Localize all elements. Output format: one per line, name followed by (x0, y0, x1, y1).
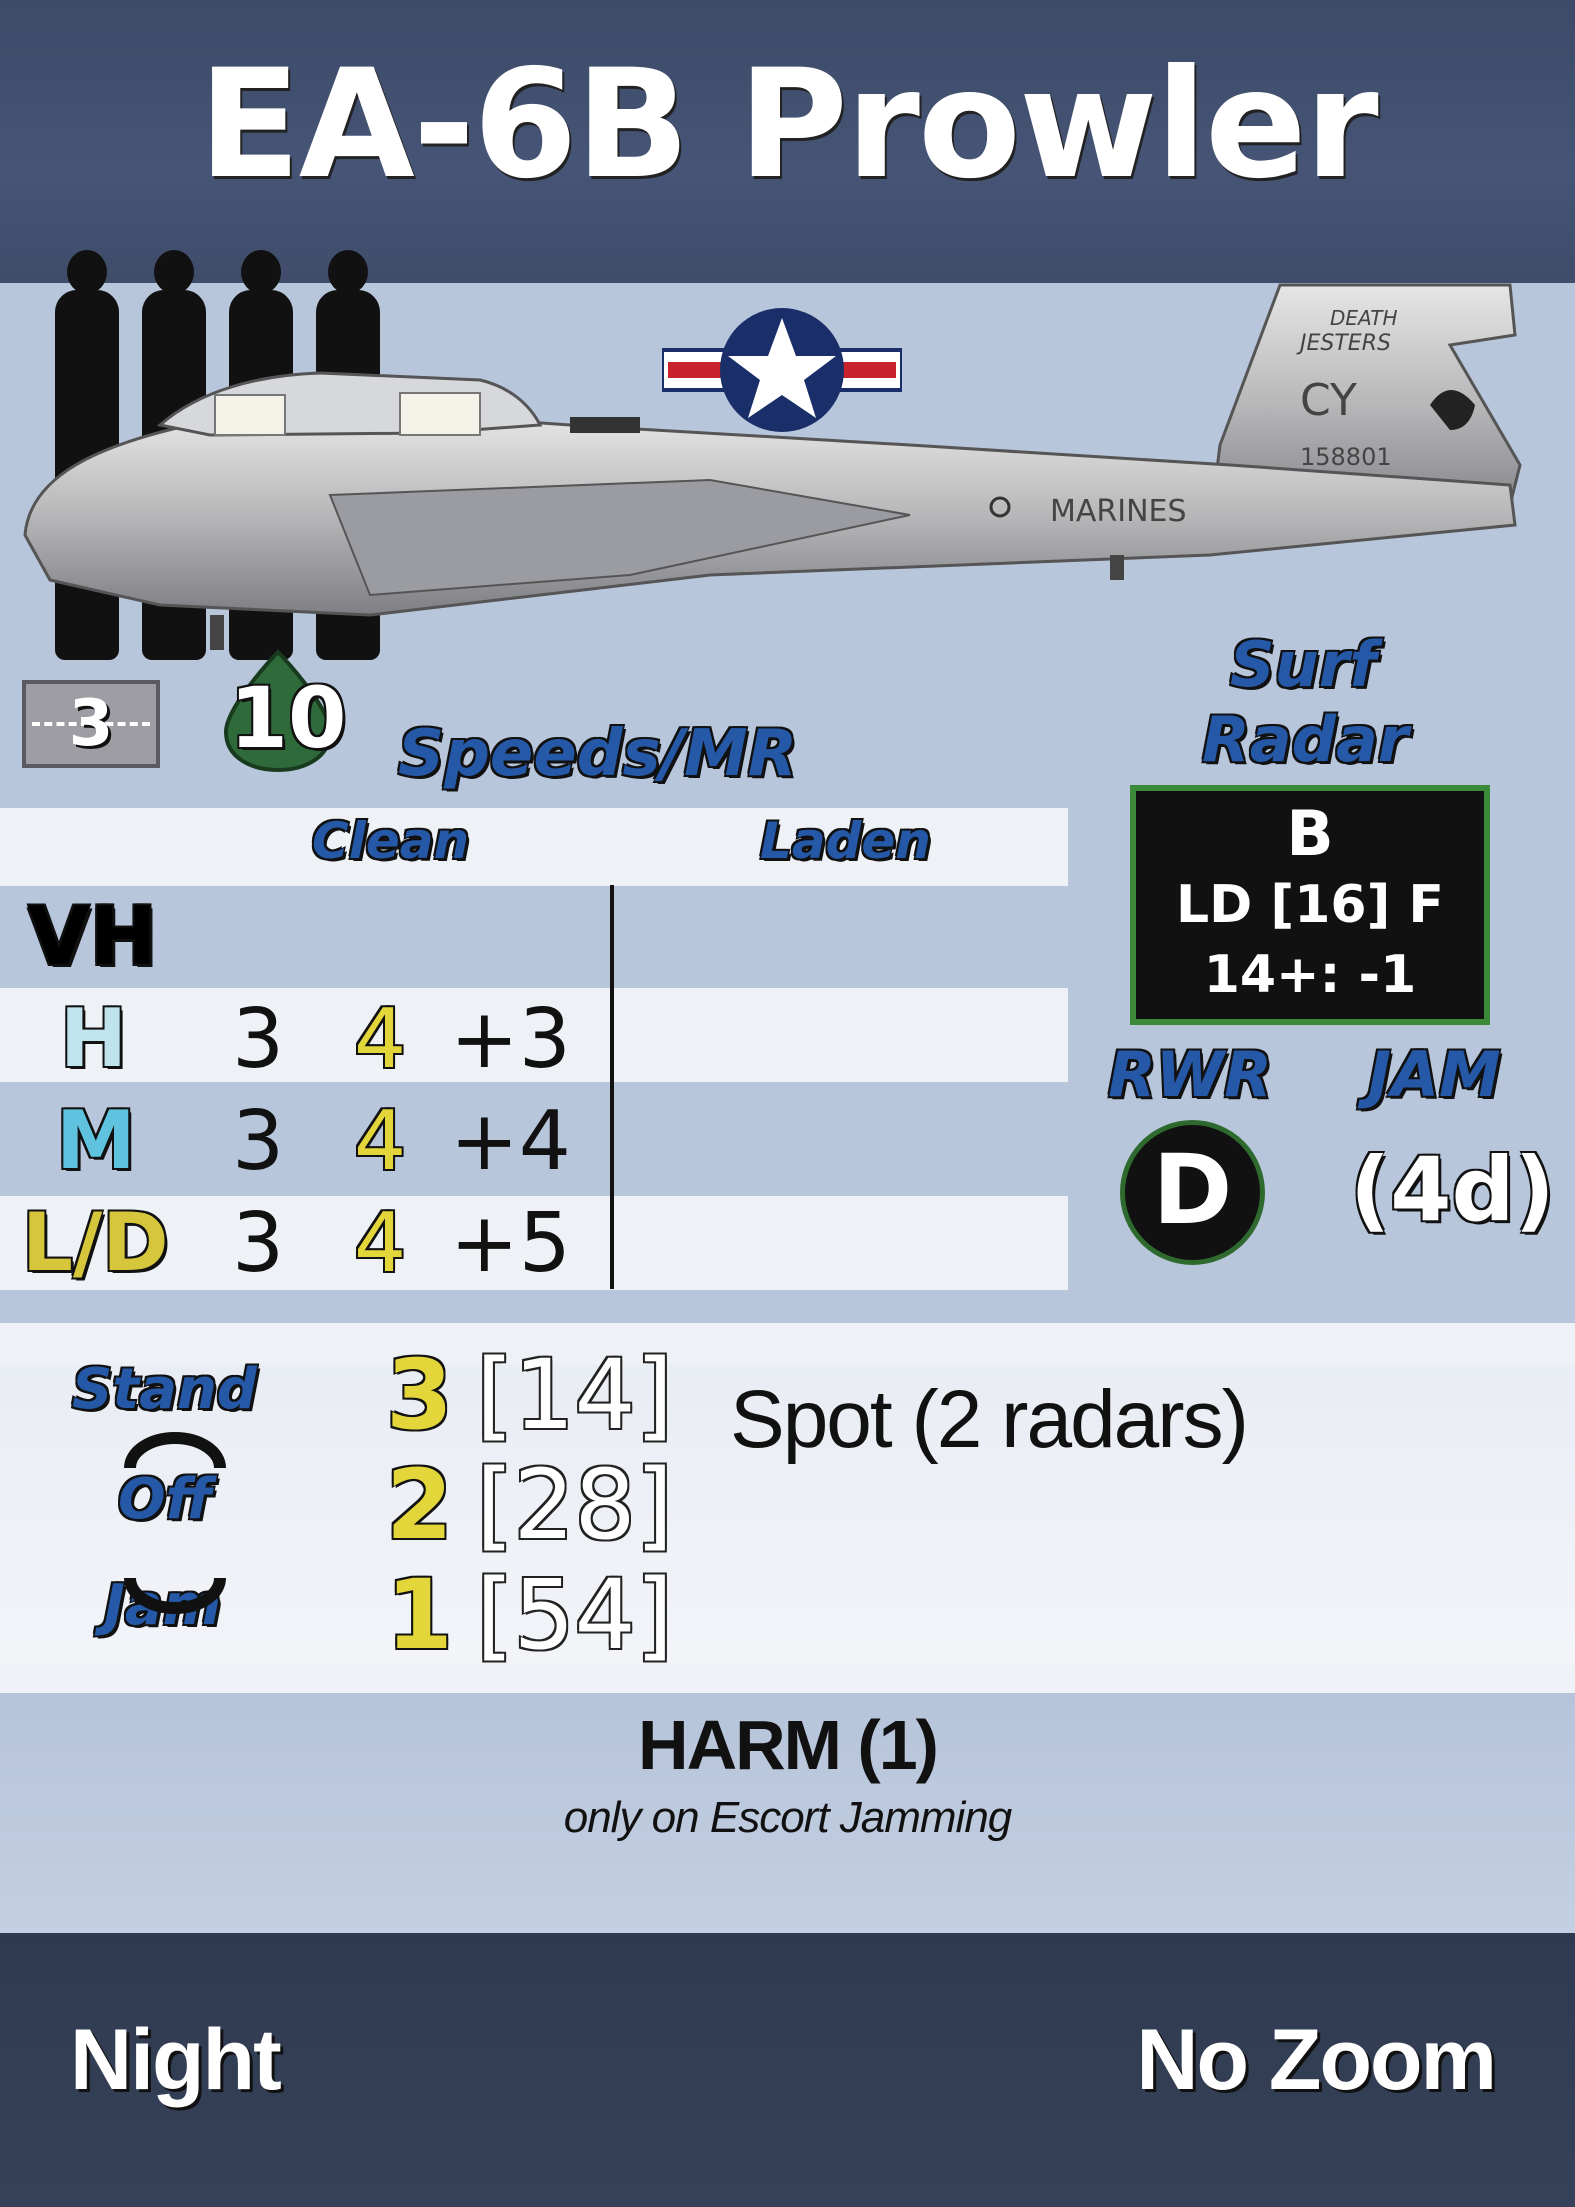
speed-value: 3 (232, 1196, 285, 1291)
speed-value: 4 (354, 1094, 407, 1189)
speed-modifier: +3 (450, 992, 571, 1087)
us-roundel-icon (660, 300, 904, 444)
speed-value: 3 (232, 992, 285, 1087)
speed-value: 4 (354, 1196, 407, 1291)
radar-title: Surf (1230, 628, 1377, 701)
weapon-name: HARM (1) (638, 1706, 939, 1784)
jam-label: JAM (1368, 1038, 1501, 1111)
speed-value: 3 (232, 1094, 285, 1189)
tail-code: CY (1300, 375, 1357, 426)
column-laden: Laden (760, 812, 931, 870)
rwr-value: D (1152, 1134, 1233, 1246)
footer-left: Night (70, 2012, 282, 2108)
fuselage-marking: MARINES (1050, 494, 1187, 529)
standoff-label: Stand (72, 1357, 257, 1422)
jam-waves-icon (124, 1432, 226, 1614)
fuel-value: 10 (229, 669, 347, 767)
speed-modifier: +5 (450, 1196, 571, 1291)
jam-value: (4d) (1350, 1138, 1555, 1241)
standoff-note: Spot (2 radars) (730, 1374, 1249, 1465)
radar-detail: LD [16] F (1176, 875, 1444, 935)
jam-level: 1 (386, 1559, 453, 1671)
jam-range: [14] (476, 1339, 674, 1451)
column-divider (610, 885, 614, 1289)
jam-level: 2 (386, 1449, 453, 1561)
aircraft-title: EA-6B Prowler (198, 38, 1378, 212)
row-label: VH (28, 890, 157, 983)
rwr-label: RWR (1108, 1038, 1272, 1111)
column-clean: Clean (312, 812, 470, 870)
tail-marking: DEATH (1330, 306, 1398, 330)
aircraft-card: EA-6B Prowler MARINES DEATH JESTERS CY 1… (0, 0, 1575, 2207)
speeds-title: Speeds/MR (398, 717, 797, 791)
radar-title: Radar (1202, 703, 1409, 776)
jam-range: [28] (476, 1449, 674, 1561)
speed-modifier: +4 (450, 1094, 571, 1189)
row-label: M (56, 1094, 136, 1187)
jam-range: [54] (476, 1559, 674, 1671)
row-label: H (60, 992, 127, 1085)
hit-box-value: 3 (68, 687, 114, 761)
tail-marking: JESTERS (1296, 331, 1391, 356)
radar-rating: B (1286, 797, 1334, 870)
jam-level: 3 (386, 1339, 453, 1451)
radar-modifier: 14+: -1 (1203, 945, 1417, 1005)
footer-right: No Zoom (1136, 2012, 1497, 2108)
hit-box-stat: 3 (22, 680, 160, 768)
weapon-note: only on Escort Jamming (563, 1793, 1013, 1842)
tail-serial: 158801 (1300, 443, 1392, 471)
radar-box: B LD [16] F 14+: -1 (1130, 785, 1490, 1025)
row-label: L/D (22, 1196, 169, 1289)
speed-value: 4 (354, 992, 407, 1087)
